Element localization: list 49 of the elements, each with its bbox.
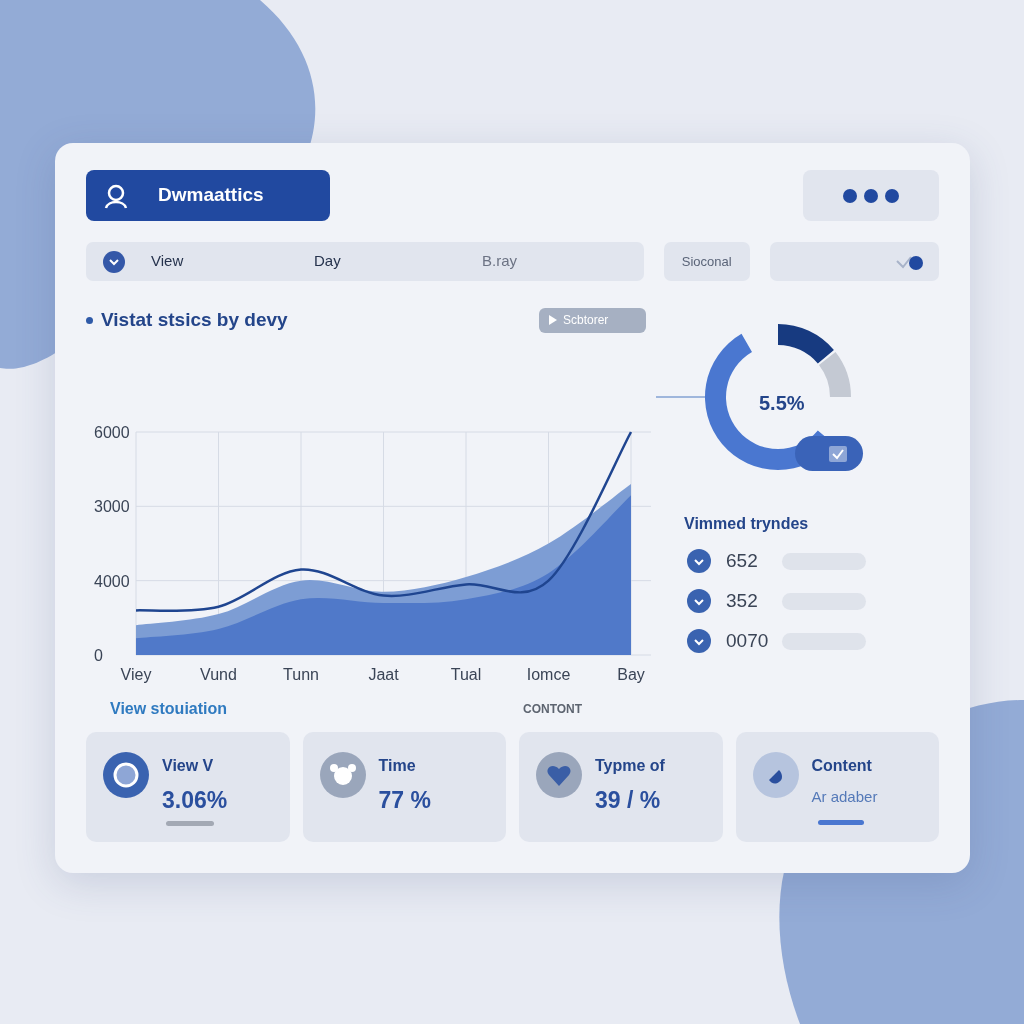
section-label: CONTONT [523,700,583,718]
stat-value: 3.06% [162,785,228,815]
axis-label: 3000 [94,497,130,515]
axis-label: Jaat [368,665,399,683]
axis-label: Iomce [526,665,571,683]
indicator-bar [817,819,864,825]
more-button[interactable] [803,170,939,221]
check-circle-icon [687,629,711,653]
pill-icon [752,751,799,798]
trend-value: 352 [726,588,759,613]
donut-value: 5.5% [759,391,805,416]
chevron-icon [103,250,125,273]
axis-label: 0 [94,646,103,664]
stat-value: 77 % [378,785,431,815]
section-title: View stouiation [109,698,229,719]
checkbox-icon [829,445,847,462]
trends-title: Vimmed tryndes [684,514,810,534]
axis-label: Bay [617,665,645,683]
axis-label: Vund [200,665,237,683]
more-icon [842,187,900,204]
trend-value: 652 [726,548,759,573]
filter-label: B.ray [482,251,518,272]
paw-icon [319,751,366,798]
toggle-button[interactable] [795,436,863,471]
toggle-field[interactable] [769,242,939,281]
stat-subtitle: Ar adaber [811,786,878,807]
axis-label: Viey [120,665,152,683]
stat-label: View V [162,755,215,776]
chart-title: Vistat stsics by devy [101,308,288,332]
ring-icon [103,751,149,798]
indicator-bar [166,820,214,826]
brand-button[interactable]: Dwmaattics [86,170,330,221]
check-circle-icon [687,589,711,613]
axis-label: 6000 [94,423,130,441]
leader-line [656,396,706,398]
axis-label: Tual [450,665,482,683]
stat-label: Time [378,755,417,776]
select-button[interactable]: Sioconal [663,242,750,281]
bullet-icon [86,316,93,324]
stat-value: 39 / % [595,785,662,815]
trend-value: 0070 [726,628,770,653]
filter-label: Day [314,251,342,272]
stat-label: Typme of [595,755,665,776]
axis-label: Tunn [283,665,319,683]
axis-label: 4000 [94,572,130,590]
filter-label: View [151,251,185,272]
stat-label: Content [811,755,873,776]
check-circle-icon [687,549,711,573]
play-icon [549,315,557,326]
